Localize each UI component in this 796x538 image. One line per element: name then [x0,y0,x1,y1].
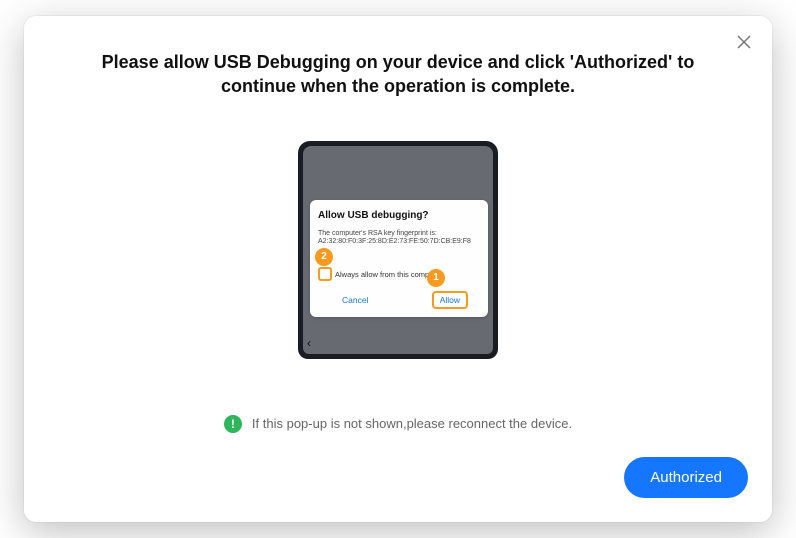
dialog-allow-button[interactable]: Allow [432,291,468,309]
usb-debugging-modal: Please allow USB Debugging on your devic… [24,16,772,522]
dialog-actions: Cancel Allow [318,291,480,309]
phone-mockup: 1 2 Allow USB debugging? The computer's … [298,141,498,359]
step-annotation-2: 2 [315,248,333,266]
dialog-checkbox-row: Always allow from this computer [318,267,480,281]
dialog-fingerprint: A2:32:80:F0:3F:25:8D:E2:73:FE:50:7D:CB:E… [318,238,480,245]
always-allow-checkbox[interactable] [318,267,332,281]
close-icon [737,35,751,54]
modal-title: Please allow USB Debugging on your devic… [98,50,698,99]
info-row: ! If this pop-up is not shown,please rec… [224,415,572,433]
dialog-cancel-button[interactable]: Cancel [342,295,368,305]
dialog-title: Allow USB debugging? [318,210,480,221]
phone-screen: 1 2 Allow USB debugging? The computer's … [303,146,493,354]
info-text: If this pop-up is not shown,please recon… [252,416,572,431]
close-button[interactable] [732,32,756,56]
step-annotation-1: 1 [427,269,445,287]
usb-debugging-dialog: Allow USB debugging? The computer's RSA … [310,200,488,317]
dialog-subtitle: The computer's RSA key fingerprint is: [318,229,480,238]
authorized-button[interactable]: Authorized [624,457,748,498]
info-icon: ! [224,415,242,433]
back-chevron-icon: ‹ [307,336,311,350]
